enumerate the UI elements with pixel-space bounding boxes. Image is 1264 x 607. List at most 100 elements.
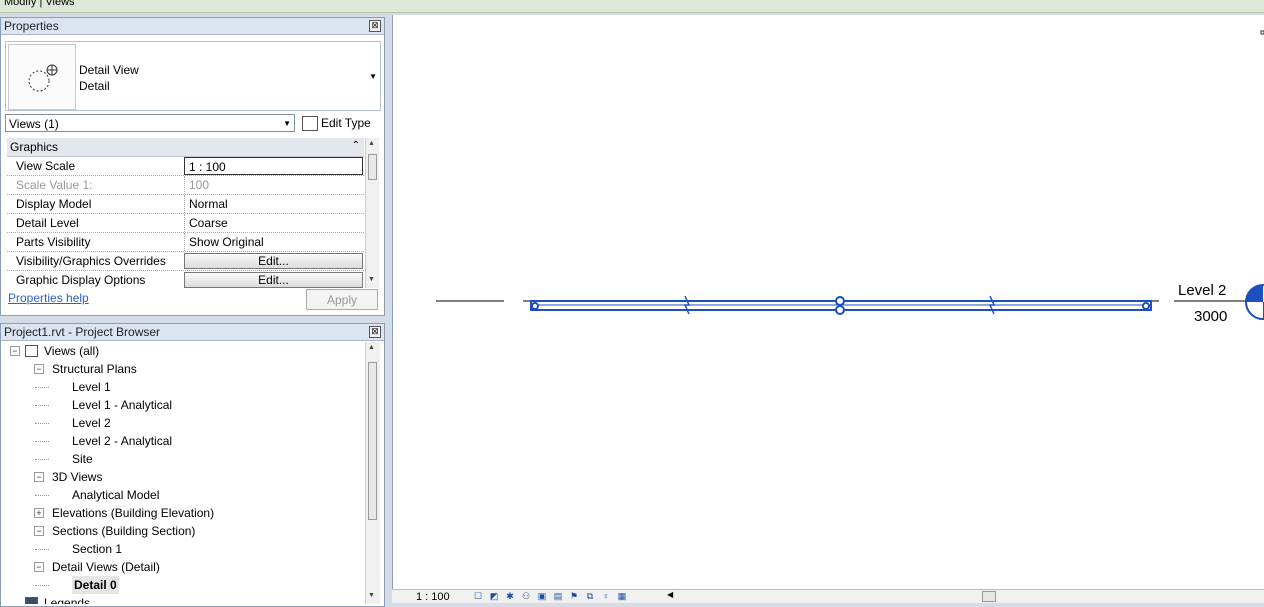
collapse-icon[interactable]: − [10, 346, 20, 356]
instance-filter-dropdown[interactable]: Views (1) ▼ [5, 114, 295, 132]
browser-tree-item[interactable]: + Elevations (Building Elevation) [5, 504, 361, 522]
scroll-up-icon[interactable]: ▲ [368, 140, 375, 147]
property-value[interactable]: 1 : 100 [184, 157, 363, 175]
property-edit-button[interactable]: Edit... [184, 272, 363, 288]
drawing-canvas[interactable]: Level 2 3000 [392, 15, 1264, 602]
property-row[interactable]: View Scale 1 : 100 [7, 157, 364, 176]
legends-icon [25, 597, 38, 604]
scroll-down-icon[interactable]: ▼ [368, 276, 375, 283]
properties-scrollbar[interactable]: ▲ ▼ [365, 138, 379, 288]
analytical-beam[interactable] [530, 295, 1152, 315]
sun-path-icon[interactable]: ✱ [504, 591, 516, 602]
type-dropdown-icon[interactable]: ▼ [369, 72, 377, 81]
level-name-label[interactable]: Level 2 [1178, 282, 1226, 299]
properties-close-icon[interactable]: ⊠ [369, 20, 381, 32]
property-row[interactable]: Display Model Normal [7, 195, 364, 214]
ribbon-context-bar: Modify | Views [0, 0, 1264, 13]
type-selector[interactable]: Detail View Detail ▼ [5, 41, 381, 111]
edit-type-label: Edit Type [321, 116, 371, 130]
property-group-header[interactable]: Graphics ⌃ [7, 138, 364, 157]
browser-tree-item[interactable]: Level 2 [5, 414, 361, 432]
expand-icon[interactable]: + [34, 508, 44, 518]
collapse-icon[interactable]: − [34, 472, 44, 482]
apply-button[interactable]: Apply [306, 289, 378, 310]
property-row[interactable]: Parts Visibility Show Original [7, 233, 364, 252]
show-crop-icon[interactable]: ▤ [552, 591, 564, 602]
tree-connector [35, 495, 49, 496]
browser-tree-label: Elevations (Building Elevation) [52, 506, 215, 520]
browser-tree-item[interactable]: Detail 0 [5, 576, 361, 594]
property-value: 100 [184, 176, 363, 194]
view-control-icons: ☐ ◩ ✱ ⚇ ▣ ▤ ⚑ ⧉ ♀ ▦ [472, 590, 632, 602]
browser-title: Project1.rvt - Project Browser [4, 325, 161, 339]
level-head-icon[interactable] [1245, 284, 1264, 320]
project-browser-panel: Project1.rvt - Project Browser ⊠ − Views … [0, 323, 385, 607]
property-value[interactable]: Normal [184, 195, 363, 213]
browser-tree-item[interactable]: Site [5, 450, 361, 468]
property-row[interactable]: Graphic Display Options Edit... [7, 271, 364, 288]
level-elevation-label[interactable]: 3000 [1194, 308, 1227, 325]
property-edit-button[interactable]: Edit... [184, 253, 363, 269]
browser-tree-item[interactable]: Level 2 - Analytical [5, 432, 361, 450]
crop-view-icon[interactable]: ▣ [536, 591, 548, 602]
collapse-icon[interactable]: − [34, 526, 44, 536]
edit-type-button[interactable]: Edit Type [301, 113, 371, 133]
scroll-thumb[interactable] [368, 362, 377, 520]
browser-tree-item[interactable]: −3D Views [5, 468, 361, 486]
view-scale-control[interactable]: 1 : 100 [416, 591, 450, 603]
reveal-hidden-icon[interactable]: ⧉ [584, 591, 596, 602]
visual-style-icon[interactable]: ◩ [488, 591, 500, 602]
highlight-boundary-icon[interactable]: ▦ [616, 591, 628, 602]
browser-tree-label: Structural Plans [52, 362, 137, 376]
property-name: Graphic Display Options [16, 273, 146, 287]
browser-close-icon[interactable]: ⊠ [369, 326, 381, 338]
detail-level-icon[interactable]: ☐ [472, 591, 484, 602]
property-name: Parts Visibility [16, 235, 91, 249]
tree-connector [35, 549, 49, 550]
browser-tree-item[interactable]: − Sections (Building Section) [5, 522, 361, 540]
scroll-down-icon[interactable]: ▼ [368, 592, 375, 599]
browser-tree-label: Level 2 - Analytical [72, 434, 173, 448]
property-value[interactable]: Coarse [184, 214, 363, 232]
property-row[interactable]: Visibility/Graphics Overrides Edit... [7, 252, 364, 271]
browser-tree-item[interactable]: Analytical Model [5, 486, 361, 504]
browser-scrollbar[interactable]: ▲ ▼ [365, 342, 380, 604]
browser-tree-item[interactable]: − Detail Views (Detail) [5, 558, 361, 576]
instance-filter-value: Views (1) [9, 117, 59, 131]
property-name: Scale Value 1: [16, 178, 93, 192]
browser-tree-label: Level 2 [72, 416, 111, 430]
collapse-icon[interactable]: ⌃ [352, 140, 360, 151]
tree-connector [35, 585, 49, 586]
property-value[interactable]: Show Original [184, 233, 363, 251]
properties-help-link[interactable]: Properties help [8, 291, 89, 305]
tree-connector [35, 405, 49, 406]
scroll-thumb[interactable] [368, 154, 377, 180]
browser-tree-item[interactable]: − Views (all) [5, 342, 361, 360]
browser-tree-item[interactable]: Level 1 - Analytical [5, 396, 361, 414]
browser-tree-item[interactable]: − Structural Plans [5, 360, 361, 378]
property-row[interactable]: Scale Value 1: 100 [7, 176, 364, 195]
browser-tree-label: Analytical Model [72, 488, 160, 502]
browser-tree-label: Detail Views (Detail) [52, 560, 160, 574]
browser-tree-label: Detail 0 [72, 576, 119, 594]
browser-tree-item[interactable]: Section 1 [5, 540, 361, 558]
temporary-hide-icon[interactable]: ⚑ [568, 591, 580, 602]
scroll-left-icon[interactable]: ◀ [667, 590, 673, 599]
canvas-horizontal-scrollbar[interactable]: ◀ [667, 590, 1264, 603]
shadows-icon[interactable]: ⚇ [520, 591, 532, 602]
tree-connector [35, 387, 49, 388]
scroll-thumb[interactable] [982, 591, 996, 602]
browser-tree-label: Legends [44, 596, 91, 604]
browser-tree-item[interactable]: Legends [5, 594, 361, 604]
property-name: Detail Level [16, 216, 79, 230]
collapse-icon[interactable]: − [34, 364, 44, 374]
property-row[interactable]: Detail Level Coarse [7, 214, 364, 233]
browser-tree: − Views (all) − Structural Plans Level 1 Leve… [5, 342, 365, 604]
browser-tree-item[interactable]: Level 1 [5, 378, 361, 396]
property-name: View Scale [16, 159, 76, 173]
property-name: Graphics [10, 140, 59, 154]
collapse-icon[interactable]: − [34, 562, 44, 572]
tree-connector [35, 459, 49, 460]
analytical-model-icon[interactable]: ♀ [600, 591, 612, 602]
scroll-up-icon[interactable]: ▲ [368, 344, 375, 351]
